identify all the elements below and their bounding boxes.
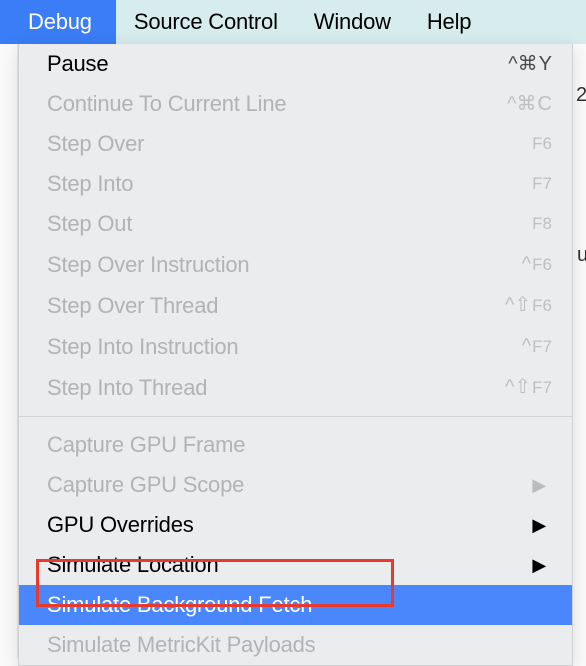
menu-item-shortcut: F8 — [532, 209, 552, 239]
menubar-item-window[interactable]: Window — [296, 0, 409, 44]
menu-item-gpu-overrides[interactable]: GPU Overrides ▶ — [19, 505, 572, 545]
chevron-right-icon: ▶ — [532, 550, 546, 580]
menu-item-shortcut: ^F6 — [522, 249, 552, 280]
menu-item-shortcut: ^⇧F7 — [505, 372, 552, 403]
menubar-item-debug[interactable]: Debug — [0, 0, 116, 44]
menubar-label: Help — [427, 9, 471, 34]
menu-item-shortcut: F7 — [532, 169, 552, 199]
menu-item-continue-to-current-line: Continue To Current Line ^⌘C — [19, 84, 572, 124]
menubar-label: Window — [314, 9, 391, 34]
menu-item-step-over: Step Over F6 — [19, 124, 572, 164]
menu-item-label: Step Over Thread — [47, 291, 218, 321]
menubar-label: Debug — [28, 9, 92, 34]
menu-item-step-into: Step Into F7 — [19, 164, 572, 204]
menubar-item-help[interactable]: Help — [409, 0, 489, 44]
menu-item-label: Capture GPU Frame — [47, 430, 245, 460]
menu-item-shortcut: ^⇧F6 — [505, 290, 552, 321]
menu-item-step-over-instruction: Step Over Instruction ^F6 — [19, 244, 572, 285]
menu-item-shortcut: ^F7 — [522, 331, 552, 362]
debug-menu-dropdown: Pause ^⌘Y Continue To Current Line ^⌘C Step … — [18, 44, 573, 666]
menu-item-shortcut: ^⌘Y — [508, 49, 552, 79]
menu-item-simulate-location[interactable]: Simulate Location ▶ — [19, 545, 572, 585]
menubar: Debug Source Control Window Help — [0, 0, 586, 44]
menu-item-capture-gpu-frame: Capture GPU Frame — [19, 425, 572, 465]
menu-item-capture-gpu-scope: Capture GPU Scope ▶ — [19, 465, 572, 505]
menu-item-label: Capture GPU Scope — [47, 470, 244, 500]
menu-item-label: Simulate MetricKit Payloads — [47, 630, 315, 660]
menu-item-simulate-background-fetch[interactable]: Simulate Background Fetch — [19, 585, 572, 625]
menu-item-step-into-instruction: Step Into Instruction ^F7 — [19, 326, 572, 367]
menu-item-shortcut: ^⌘C — [507, 89, 552, 119]
menu-item-label: Simulate Location — [47, 550, 218, 580]
chevron-right-icon: ▶ — [532, 470, 546, 500]
menu-item-label: Step Out — [47, 209, 132, 239]
menu-item-label: Step Into — [47, 169, 133, 199]
menu-item-label: Simulate Background Fetch — [47, 590, 312, 620]
menu-item-label: Continue To Current Line — [47, 89, 286, 119]
menubar-item-source-control[interactable]: Source Control — [116, 0, 296, 44]
menu-item-label: Step Into Instruction — [47, 332, 238, 362]
menu-item-shortcut: F6 — [532, 129, 552, 159]
menu-item-label: GPU Overrides — [47, 510, 194, 540]
editor-gutter — [0, 44, 18, 658]
menu-item-step-into-thread: Step Into Thread ^⇧F7 — [19, 367, 572, 408]
menu-item-label: Step Into Thread — [47, 373, 207, 403]
menu-item-pause[interactable]: Pause ^⌘Y — [19, 44, 572, 84]
menu-item-label: Pause — [47, 49, 108, 79]
chevron-right-icon: ▶ — [532, 510, 546, 540]
menu-item-simulate-metrickit-payloads: Simulate MetricKit Payloads — [19, 625, 572, 665]
menu-item-label: Step Over Instruction — [47, 250, 249, 280]
menu-separator — [19, 416, 572, 417]
menubar-label: Source Control — [134, 9, 278, 34]
menu-item-step-out: Step Out F8 — [19, 204, 572, 244]
menu-item-label: Step Over — [47, 129, 144, 159]
menu-item-step-over-thread: Step Over Thread ^⇧F6 — [19, 285, 572, 326]
